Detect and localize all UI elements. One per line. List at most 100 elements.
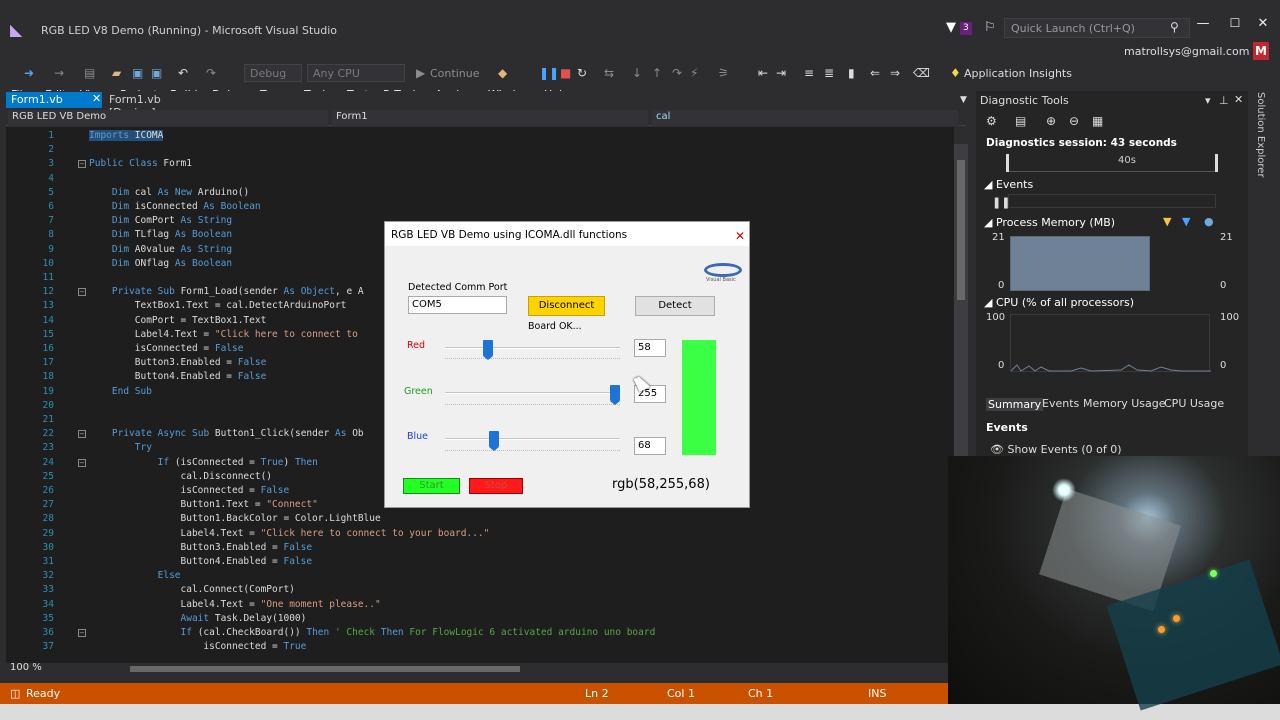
- code-line[interactable]: cal.Disconnect(): [89, 471, 273, 482]
- quick-launch-input[interactable]: Quick Launch (Ctrl+Q): [1004, 18, 1190, 38]
- green-slider-track[interactable]: [445, 392, 620, 394]
- red-slider-track[interactable]: [445, 347, 620, 349]
- memory-usage-chart[interactable]: [1010, 236, 1150, 291]
- code-line[interactable]: Dim cal As New Arduino(): [89, 187, 249, 198]
- notifications-icon[interactable]: ▼: [946, 20, 956, 35]
- code-line[interactable]: Else: [89, 570, 181, 581]
- feedback-icon[interactable]: ⚐: [984, 20, 996, 35]
- timeline-start-handle[interactable]: [1006, 154, 1009, 172]
- redo-icon[interactable]: ↷: [206, 66, 216, 80]
- step-out-icon[interactable]: ↷: [672, 66, 682, 80]
- tab-events[interactable]: Events: [1042, 397, 1079, 410]
- class-dropdown[interactable]: Form1: [332, 110, 648, 126]
- code-line[interactable]: Try: [89, 442, 152, 453]
- code-line[interactable]: Await Task.Delay(1000): [89, 613, 307, 624]
- panel-menu-icon[interactable]: ▾: [1205, 94, 1211, 107]
- code-line[interactable]: Dim ONflag As Boolean: [89, 258, 232, 269]
- tab-form1-design[interactable]: Form1.vb [Design]: [104, 92, 214, 119]
- show-next-statement-icon[interactable]: ⇆: [604, 66, 614, 80]
- maximize-button[interactable]: ☐: [1225, 16, 1245, 36]
- tab-cpu-usage[interactable]: CPU Usage: [1164, 397, 1224, 410]
- zoom-level[interactable]: 100 %: [10, 662, 42, 673]
- account-email[interactable]: matrollsys@gmail.com: [1124, 45, 1249, 58]
- threads-icon[interactable]: ⚞: [718, 66, 729, 80]
- fold-toggle-icon[interactable]: −: [78, 160, 86, 169]
- code-line[interactable]: Imports ICOMA: [89, 130, 164, 141]
- code-line[interactable]: ComPort = TextBox1.Text: [89, 315, 267, 326]
- code-line[interactable]: If (isConnected = True) Then: [89, 457, 318, 468]
- code-line[interactable]: Label4.Text = "One moment please..": [89, 599, 381, 610]
- dialog-close-button[interactable]: ✕: [733, 229, 747, 243]
- code-line[interactable]: Label4.Text = "Click here to connect to: [89, 329, 358, 340]
- horizontal-scroll-thumb[interactable]: [130, 666, 520, 672]
- code-line[interactable]: cal.Connect(ComPort): [89, 584, 295, 595]
- code-line[interactable]: Private Sub Form1_Load(sender As Object,…: [89, 286, 364, 297]
- comm-port-input[interactable]: COM5: [408, 296, 507, 314]
- memory-section-header[interactable]: ◢ Process Memory (MB): [984, 216, 1115, 229]
- cpu-usage-chart[interactable]: [1010, 314, 1211, 372]
- restart-icon[interactable]: ↻: [577, 66, 587, 80]
- project-dropdown[interactable]: RGB LED VB Demo: [8, 110, 328, 126]
- back-icon[interactable]: ➜: [24, 66, 34, 80]
- code-line[interactable]: If (cal.CheckBoard()) Then ' Check Then …: [89, 627, 656, 638]
- code-line[interactable]: Button1.Text = "Connect": [89, 499, 318, 510]
- detect-button[interactable]: Detect: [635, 296, 715, 316]
- account-avatar[interactable]: M: [1253, 42, 1269, 60]
- indent-icon[interactable]: ⇥: [776, 66, 786, 80]
- close-tab-icon[interactable]: ✕: [92, 92, 101, 105]
- bookmark-icon[interactable]: ▮: [848, 66, 855, 80]
- code-line[interactable]: Dim isConnected As Boolean: [89, 201, 261, 212]
- continue-button[interactable]: Continue: [430, 67, 479, 80]
- stop-debug-icon[interactable]: ■: [560, 66, 571, 80]
- disconnect-button[interactable]: Disconnect: [528, 296, 605, 316]
- step-over-icon[interactable]: ↑: [652, 66, 662, 80]
- blue-slider-track[interactable]: [445, 438, 620, 440]
- code-line[interactable]: Private Async Sub Button1_Click(sender A…: [89, 428, 364, 439]
- undo-icon[interactable]: ↶: [178, 66, 188, 80]
- fold-toggle-icon[interactable]: −: [78, 288, 86, 297]
- configuration-select[interactable]: Debug: [244, 64, 302, 82]
- forward-icon[interactable]: →: [54, 66, 64, 80]
- start-button[interactable]: Start: [403, 478, 460, 494]
- minimize-button[interactable]: —: [1193, 16, 1213, 36]
- close-panel-icon[interactable]: ✕: [1234, 93, 1243, 106]
- uncomment-icon[interactable]: ≣: [824, 66, 834, 80]
- code-line[interactable]: Button4.Enabled = False: [89, 556, 313, 567]
- zoom-in-icon[interactable]: ⊕: [1046, 114, 1056, 128]
- red-slider-thumb[interactable]: [482, 340, 493, 360]
- tab-summary[interactable]: Summary: [986, 398, 1044, 411]
- timeline-ruler[interactable]: [1006, 154, 1218, 172]
- code-line[interactable]: TextBox1.Text = cal.DetectArduinoPort: [89, 300, 347, 311]
- stop-button[interactable]: Stop: [469, 478, 523, 494]
- open-folder-icon[interactable]: ▰: [112, 66, 121, 80]
- attach-icon[interactable]: ◆: [498, 66, 507, 80]
- vertical-scroll-thumb[interactable]: [957, 160, 965, 300]
- code-line[interactable]: Button3.Enabled = False: [89, 542, 313, 553]
- code-line[interactable]: isConnected = True: [89, 641, 306, 652]
- zoom-out-icon[interactable]: ⊖: [1069, 114, 1079, 128]
- code-line[interactable]: Dim A0value As String: [89, 244, 232, 255]
- platform-select[interactable]: Any CPU: [307, 64, 405, 82]
- member-dropdown[interactable]: cal: [652, 110, 958, 126]
- timeline-end-handle[interactable]: [1215, 154, 1218, 172]
- application-insights-button[interactable]: Application Insights: [964, 67, 1072, 80]
- save-all-icon[interactable]: ▣: [151, 66, 162, 80]
- fold-toggle-icon[interactable]: −: [78, 458, 86, 467]
- settings-icon[interactable]: ⚙: [986, 114, 997, 128]
- show-events-link[interactable]: 👁 Show Events (0 of 0): [990, 443, 1122, 456]
- prev-bookmark-icon[interactable]: ⇐: [870, 66, 880, 80]
- new-project-icon[interactable]: ▤: [84, 66, 95, 80]
- hex-icon[interactable]: ⚡: [690, 66, 698, 80]
- events-section-header[interactable]: ◢ Events: [984, 178, 1033, 191]
- code-line[interactable]: Label4.Text = "Click here to connect to …: [89, 528, 490, 539]
- pause-icon[interactable]: ❚❚: [539, 66, 559, 80]
- code-line[interactable]: Button3.Enabled = False: [89, 357, 267, 368]
- code-line[interactable]: Public Class Form1: [89, 158, 192, 169]
- select-tools-icon[interactable]: ▤: [1015, 114, 1026, 128]
- code-line[interactable]: Dim ComPort As String: [89, 215, 232, 226]
- red-value-input[interactable]: 58: [634, 339, 666, 357]
- code-line[interactable]: Button1.BackColor = Color.LightBlue: [89, 513, 381, 524]
- tab-form1-vb[interactable]: Form1.vb ✕: [6, 92, 102, 108]
- reset-view-icon[interactable]: ▦: [1092, 114, 1103, 128]
- step-into-icon[interactable]: ↓: [632, 66, 642, 80]
